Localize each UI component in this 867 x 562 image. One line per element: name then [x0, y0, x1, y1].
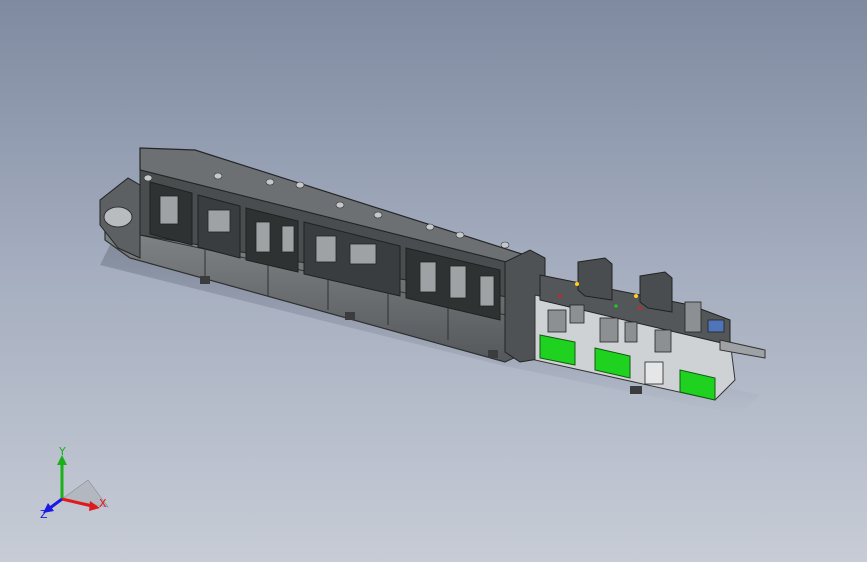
y-axis-label: Y: [58, 445, 66, 458]
left-roller: [103, 206, 133, 228]
z-axis-label: Z: [40, 508, 48, 521]
machine-model[interactable]: [99, 147, 766, 415]
cad-viewport[interactable]: [0, 0, 867, 562]
tower-left: [577, 257, 613, 301]
x-axis-label: X: [99, 497, 107, 510]
z-axis-line: [49, 497, 63, 510]
tower-right: [639, 271, 673, 313]
orientation-triad: Y X Z: [40, 445, 109, 521]
